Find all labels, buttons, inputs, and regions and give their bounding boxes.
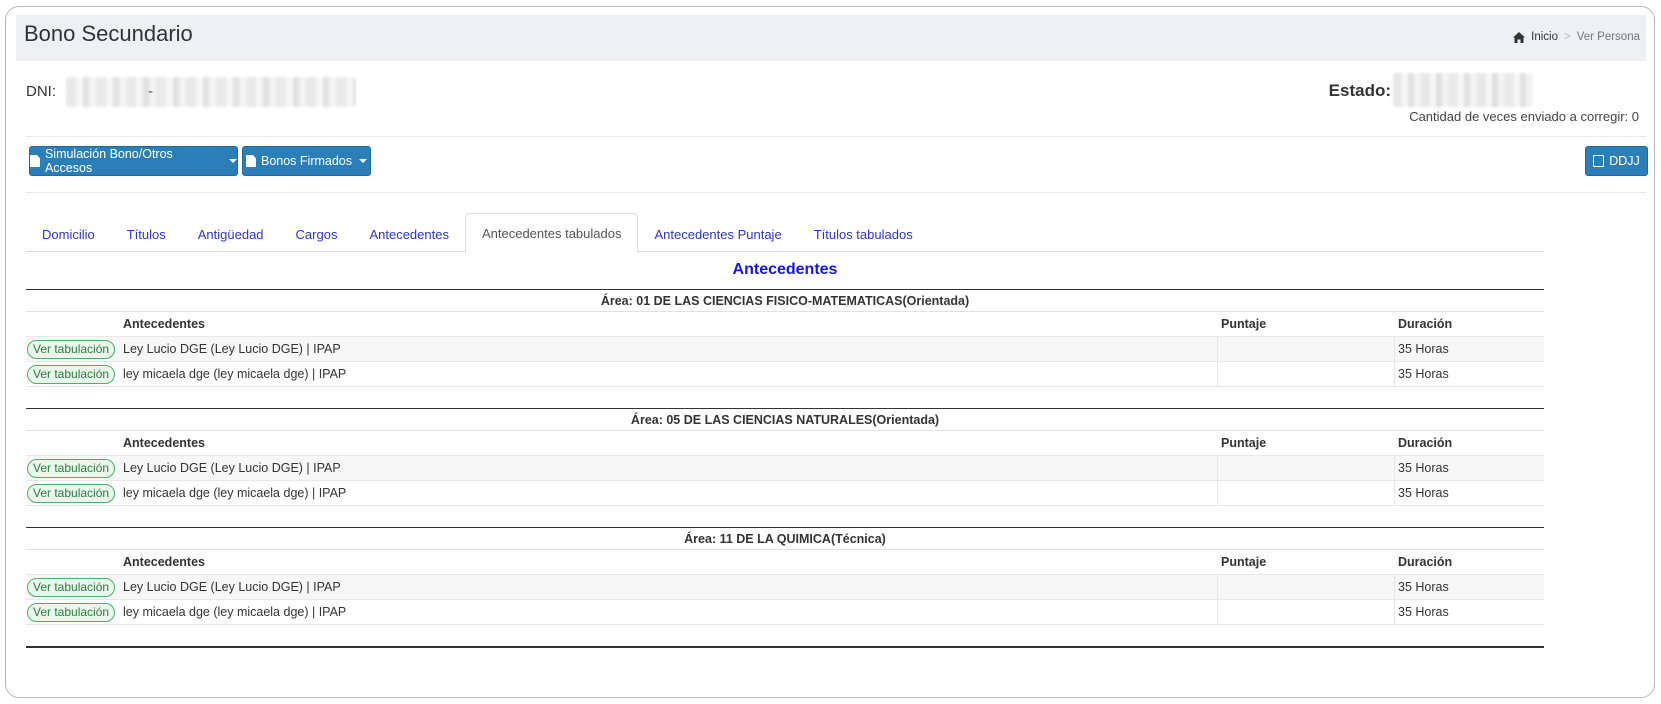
ver-tabulacion-button[interactable]: Ver tabulación xyxy=(27,364,116,384)
tab-antecedentes[interactable]: Antecedentes xyxy=(353,216,465,253)
puntaje-cell xyxy=(1218,362,1395,386)
breadcrumb-separator: > xyxy=(1563,31,1571,43)
duracion-cell: 35 Horas xyxy=(1398,486,1449,500)
column-header-duracion: Duración xyxy=(1398,555,1453,569)
table-row: Ver tabulación ley micaela dge (ley mica… xyxy=(26,600,1544,625)
area-table: Área: 11 DE LA QUIMICA(Técnica) Antecede… xyxy=(26,527,1544,625)
ddjj-button[interactable]: DDJJ xyxy=(1585,146,1648,176)
table-header-row: Antecedentes Puntaje Duración xyxy=(26,550,1544,575)
table-bottom-border xyxy=(26,646,1544,648)
tab-domicilio[interactable]: Domicilio xyxy=(26,216,111,253)
tab-titulos-tabulados[interactable]: Títulos tabulados xyxy=(798,216,929,253)
dni-redacted-value xyxy=(66,77,356,107)
ver-tabulacion-button[interactable]: Ver tabulación xyxy=(27,577,116,597)
duracion-cell: 35 Horas xyxy=(1398,461,1449,475)
antecedente-cell: Ley Lucio DGE (Ley Lucio DGE) | IPAP xyxy=(121,456,1218,480)
column-header-antecedentes: Antecedentes xyxy=(123,555,205,569)
tab-antiguedad[interactable]: Antigüedad xyxy=(182,216,280,253)
section-title: Antecedentes xyxy=(732,261,838,278)
column-header-antecedentes: Antecedentes xyxy=(123,436,205,450)
ddjj-button-label: DDJJ xyxy=(1609,154,1640,168)
puntaje-cell xyxy=(1218,481,1395,505)
table-header-row: Antecedentes Puntaje Duración xyxy=(26,431,1544,456)
divider xyxy=(26,192,1646,193)
table-row: Ver tabulación Ley Lucio DGE (Ley Lucio … xyxy=(26,337,1544,362)
area-table: Área: 01 DE LAS CIENCIAS FISICO-MATEMATI… xyxy=(26,289,1544,387)
antecedente-cell: ley micaela dge (ley micaela dge) | IPAP xyxy=(121,600,1218,624)
area-table: Área: 05 DE LAS CIENCIAS NATURALES(Orien… xyxy=(26,408,1544,506)
area-title: Área: 05 DE LAS CIENCIAS NATURALES(Orien… xyxy=(26,408,1544,431)
estado-redacted-value xyxy=(1393,73,1533,107)
table-row: Ver tabulación Ley Lucio DGE (Ley Lucio … xyxy=(26,456,1544,481)
antecedente-cell: Ley Lucio DGE (Ley Lucio DGE) | IPAP xyxy=(121,575,1218,599)
document-icon xyxy=(245,155,256,167)
column-header-duracion: Duración xyxy=(1398,436,1453,450)
tab-bar: Domicilio Títulos Antigüedad Cargos Ante… xyxy=(26,213,1544,253)
ver-tabulacion-button[interactable]: Ver tabulación xyxy=(27,339,116,359)
home-icon xyxy=(1513,31,1526,43)
tab-cargos[interactable]: Cargos xyxy=(280,216,354,253)
table-row: Ver tabulación ley micaela dge (ley mica… xyxy=(26,481,1544,506)
duracion-cell: 35 Horas xyxy=(1398,605,1449,619)
pdf-icon xyxy=(1593,155,1605,167)
puntaje-cell xyxy=(1218,337,1395,361)
simulacion-button-label: Simulación Bono/Otros Accesos xyxy=(44,147,173,175)
duracion-cell: 35 Horas xyxy=(1398,342,1449,356)
dni-separator: - xyxy=(148,83,153,100)
dni-label: DNI: xyxy=(26,83,56,100)
table-header-row: Antecedentes Puntaje Duración xyxy=(26,312,1544,337)
area-title: Área: 01 DE LAS CIENCIAS FISICO-MATEMATI… xyxy=(26,289,1544,312)
title-bar: Bono Secundario Inicio > Ver Persona xyxy=(16,15,1646,61)
antecedente-cell: ley micaela dge (ley micaela dge) | IPAP xyxy=(121,362,1218,386)
divider xyxy=(26,136,1646,137)
antecedente-cell: Ley Lucio DGE (Ley Lucio DGE) | IPAP xyxy=(121,337,1218,361)
tab-titulos[interactable]: Títulos xyxy=(111,216,182,253)
puntaje-cell xyxy=(1218,600,1395,624)
column-header-puntaje: Puntaje xyxy=(1221,555,1267,569)
breadcrumb-home-link[interactable]: Inicio xyxy=(1531,31,1558,43)
breadcrumb: Inicio > Ver Persona xyxy=(1513,31,1640,43)
area-title: Área: 11 DE LA QUIMICA(Técnica) xyxy=(26,527,1544,550)
column-header-puntaje: Puntaje xyxy=(1221,317,1267,331)
column-header-antecedentes: Antecedentes xyxy=(123,317,205,331)
page-frame: Bono Secundario Inicio > Ver Persona DNI… xyxy=(5,6,1655,698)
duracion-cell: 35 Horas xyxy=(1398,580,1449,594)
estado-label: Estado: xyxy=(1328,81,1391,100)
bonos-button-label: Bonos Firmados xyxy=(260,154,352,168)
column-header-duracion: Duración xyxy=(1398,317,1453,331)
ver-tabulacion-button[interactable]: Ver tabulación xyxy=(27,483,116,503)
table-row: Ver tabulación ley micaela dge (ley mica… xyxy=(26,362,1544,387)
breadcrumb-current: Ver Persona xyxy=(1576,31,1640,43)
column-header-puntaje: Puntaje xyxy=(1221,436,1267,450)
caret-down-icon xyxy=(229,159,237,163)
caret-down-icon xyxy=(359,159,367,163)
duracion-cell: 35 Horas xyxy=(1398,367,1449,381)
tab-antecedentes-tabulados[interactable]: Antecedentes tabulados xyxy=(464,213,639,253)
ver-tabulacion-button[interactable]: Ver tabulación xyxy=(27,602,116,622)
tab-antecedentes-puntaje[interactable]: Antecedentes Puntaje xyxy=(638,216,797,253)
antecedente-cell: ley micaela dge (ley micaela dge) | IPAP xyxy=(121,481,1218,505)
simulacion-dropdown-button[interactable]: Simulación Bono/Otros Accesos xyxy=(29,146,238,176)
puntaje-cell xyxy=(1218,456,1395,480)
ver-tabulacion-button[interactable]: Ver tabulación xyxy=(27,458,116,478)
bonos-firmados-dropdown-button[interactable]: Bonos Firmados xyxy=(242,146,371,176)
puntaje-cell xyxy=(1218,575,1395,599)
document-icon xyxy=(30,155,40,167)
page-title: Bono Secundario xyxy=(24,21,193,46)
correction-count: Cantidad de veces enviado a corregir: 0 xyxy=(1409,109,1639,124)
table-row: Ver tabulación Ley Lucio DGE (Ley Lucio … xyxy=(26,575,1544,600)
